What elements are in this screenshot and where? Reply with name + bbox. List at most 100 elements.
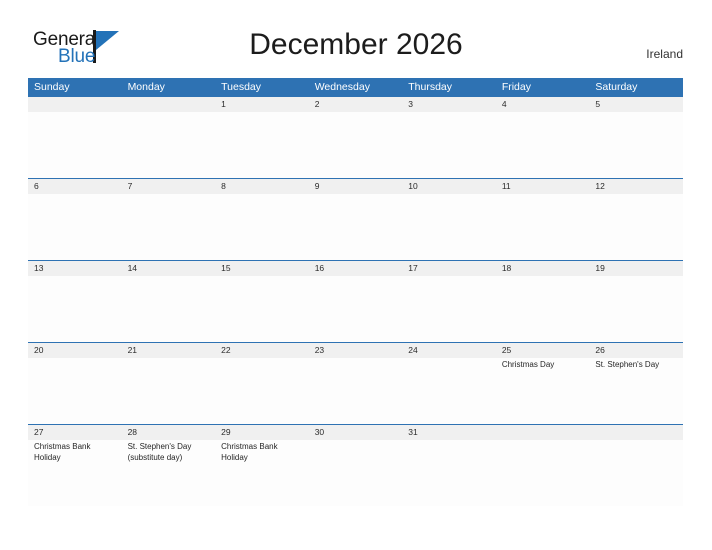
day-cell[interactable]	[28, 276, 122, 342]
calendar-grid: Sunday Monday Tuesday Wednesday Thursday Frid…	[28, 78, 683, 506]
day-cell[interactable]	[215, 194, 309, 260]
day-cell[interactable]	[215, 358, 309, 424]
weekday-header-sunday: Sunday	[34, 81, 70, 93]
day-cell[interactable]	[589, 276, 683, 342]
weekday-header-row: Sunday Monday Tuesday Wednesday Thursday Frid…	[28, 78, 683, 96]
day-number-empty	[28, 97, 122, 112]
holiday-event-label: Christmas Bank Holiday	[34, 442, 91, 462]
day-number[interactable]: 10	[402, 179, 496, 194]
day-number[interactable]: 31	[402, 425, 496, 440]
weekday-header-friday: Friday	[501, 81, 531, 93]
day-number[interactable]: 26	[589, 343, 683, 358]
week-date-numbers: 13 14 15 16 17 18 19	[28, 260, 683, 276]
day-number[interactable]: 5	[589, 97, 683, 112]
day-cell[interactable]	[215, 276, 309, 342]
day-number[interactable]: 3	[402, 97, 496, 112]
day-number[interactable]: 15	[215, 261, 309, 276]
day-cell[interactable]	[496, 112, 590, 178]
day-number[interactable]: 19	[589, 261, 683, 276]
weekday-header-saturday: Saturday	[595, 81, 638, 93]
week-event-body	[28, 194, 683, 260]
day-number[interactable]: 13	[28, 261, 122, 276]
day-cell[interactable]: Christmas Bank Holiday	[28, 440, 122, 506]
day-cell[interactable]	[122, 194, 216, 260]
day-cell[interactable]	[215, 112, 309, 178]
day-cell[interactable]	[122, 358, 216, 424]
day-cell[interactable]	[589, 112, 683, 178]
day-number[interactable]: 11	[496, 179, 590, 194]
day-cell[interactable]	[309, 112, 403, 178]
day-number[interactable]: 6	[28, 179, 122, 194]
week-date-numbers: 27 28 29 30 31	[28, 424, 683, 440]
page-title: December 2026	[249, 28, 463, 61]
day-cell[interactable]	[402, 358, 496, 424]
day-number[interactable]: 12	[589, 179, 683, 194]
day-cell[interactable]	[309, 276, 403, 342]
weekday-header-wednesday: Wednesday	[314, 81, 370, 93]
weekday-header-monday: Monday	[127, 81, 165, 93]
weekday-header-thursday: Thursday	[408, 81, 453, 93]
day-number[interactable]: 1	[215, 97, 309, 112]
day-cell[interactable]	[28, 194, 122, 260]
calendar-page: General Blue December 2026 Ireland Sunda…	[0, 0, 712, 550]
day-number[interactable]: 28	[122, 425, 216, 440]
day-cell[interactable]	[402, 194, 496, 260]
day-cell[interactable]	[402, 276, 496, 342]
day-number[interactable]: 24	[402, 343, 496, 358]
day-cell[interactable]	[28, 358, 122, 424]
holiday-event-label: St. Stephen's Day (substitute day)	[127, 442, 192, 462]
day-number[interactable]: 27	[28, 425, 122, 440]
day-cell[interactable]	[309, 440, 403, 506]
day-number[interactable]: 20	[28, 343, 122, 358]
region-label: Ireland	[646, 47, 683, 61]
calendar-week-row: 27 28 29 30 31 Christmas Bank Holiday St. Step…	[28, 424, 683, 506]
week-event-body: Christmas Day St. Stephen's Day	[28, 358, 683, 424]
calendar-week-row: 6 7 8 9 10 11 12	[28, 178, 683, 260]
day-number[interactable]: 14	[122, 261, 216, 276]
day-number[interactable]: 18	[496, 261, 590, 276]
holiday-event-label: Christmas Day	[501, 360, 555, 369]
week-event-body	[28, 276, 683, 342]
calendar-weeks: 1 2 3 4 5 6 7 8 9 10 11 12 13 14 15 16 17 18 19 20 21 22 23 24 2…	[28, 96, 683, 506]
day-cell	[589, 440, 683, 506]
week-event-body	[28, 112, 683, 178]
holiday-event-label: Christmas Bank Holiday	[221, 442, 278, 462]
weekday-header-tuesday: Tuesday	[221, 81, 262, 93]
day-number[interactable]: 8	[215, 179, 309, 194]
day-number[interactable]: 25	[496, 343, 590, 358]
day-cell[interactable]: St. Stephen's Day (substitute day)	[122, 440, 216, 506]
day-number[interactable]: 22	[215, 343, 309, 358]
calendar-week-row: 20 21 22 23 24 25 26 Christmas Day St. Stephen's…	[28, 342, 683, 424]
day-cell[interactable]: Christmas Day	[496, 358, 590, 424]
day-cell[interactable]	[496, 276, 590, 342]
day-cell[interactable]	[402, 440, 496, 506]
day-number[interactable]: 2	[309, 97, 403, 112]
page-header: General Blue December 2026 Ireland	[0, 0, 712, 78]
day-cell[interactable]	[309, 194, 403, 260]
day-cell	[496, 440, 590, 506]
day-cell[interactable]	[496, 194, 590, 260]
day-cell[interactable]	[309, 358, 403, 424]
day-cell[interactable]: Christmas Bank Holiday	[215, 440, 309, 506]
day-number[interactable]: 30	[309, 425, 403, 440]
week-date-numbers: 6 7 8 9 10 11 12	[28, 178, 683, 194]
day-number[interactable]: 29	[215, 425, 309, 440]
day-number[interactable]: 16	[309, 261, 403, 276]
day-number[interactable]: 9	[309, 179, 403, 194]
day-cell[interactable]	[589, 194, 683, 260]
day-cell	[122, 112, 216, 178]
day-cell[interactable]: St. Stephen's Day	[589, 358, 683, 424]
day-number-empty	[122, 97, 216, 112]
week-date-numbers: 20 21 22 23 24 25 26	[28, 342, 683, 358]
holiday-event-label: St. Stephen's Day	[595, 360, 660, 369]
day-number[interactable]: 23	[309, 343, 403, 358]
calendar-week-row: 12345	[28, 96, 683, 178]
day-number[interactable]: 7	[122, 179, 216, 194]
day-number[interactable]: 17	[402, 261, 496, 276]
day-number-empty	[496, 425, 590, 440]
day-cell[interactable]	[402, 112, 496, 178]
day-cell	[28, 112, 122, 178]
day-number[interactable]: 4	[496, 97, 590, 112]
day-cell[interactable]	[122, 276, 216, 342]
day-number[interactable]: 21	[122, 343, 216, 358]
